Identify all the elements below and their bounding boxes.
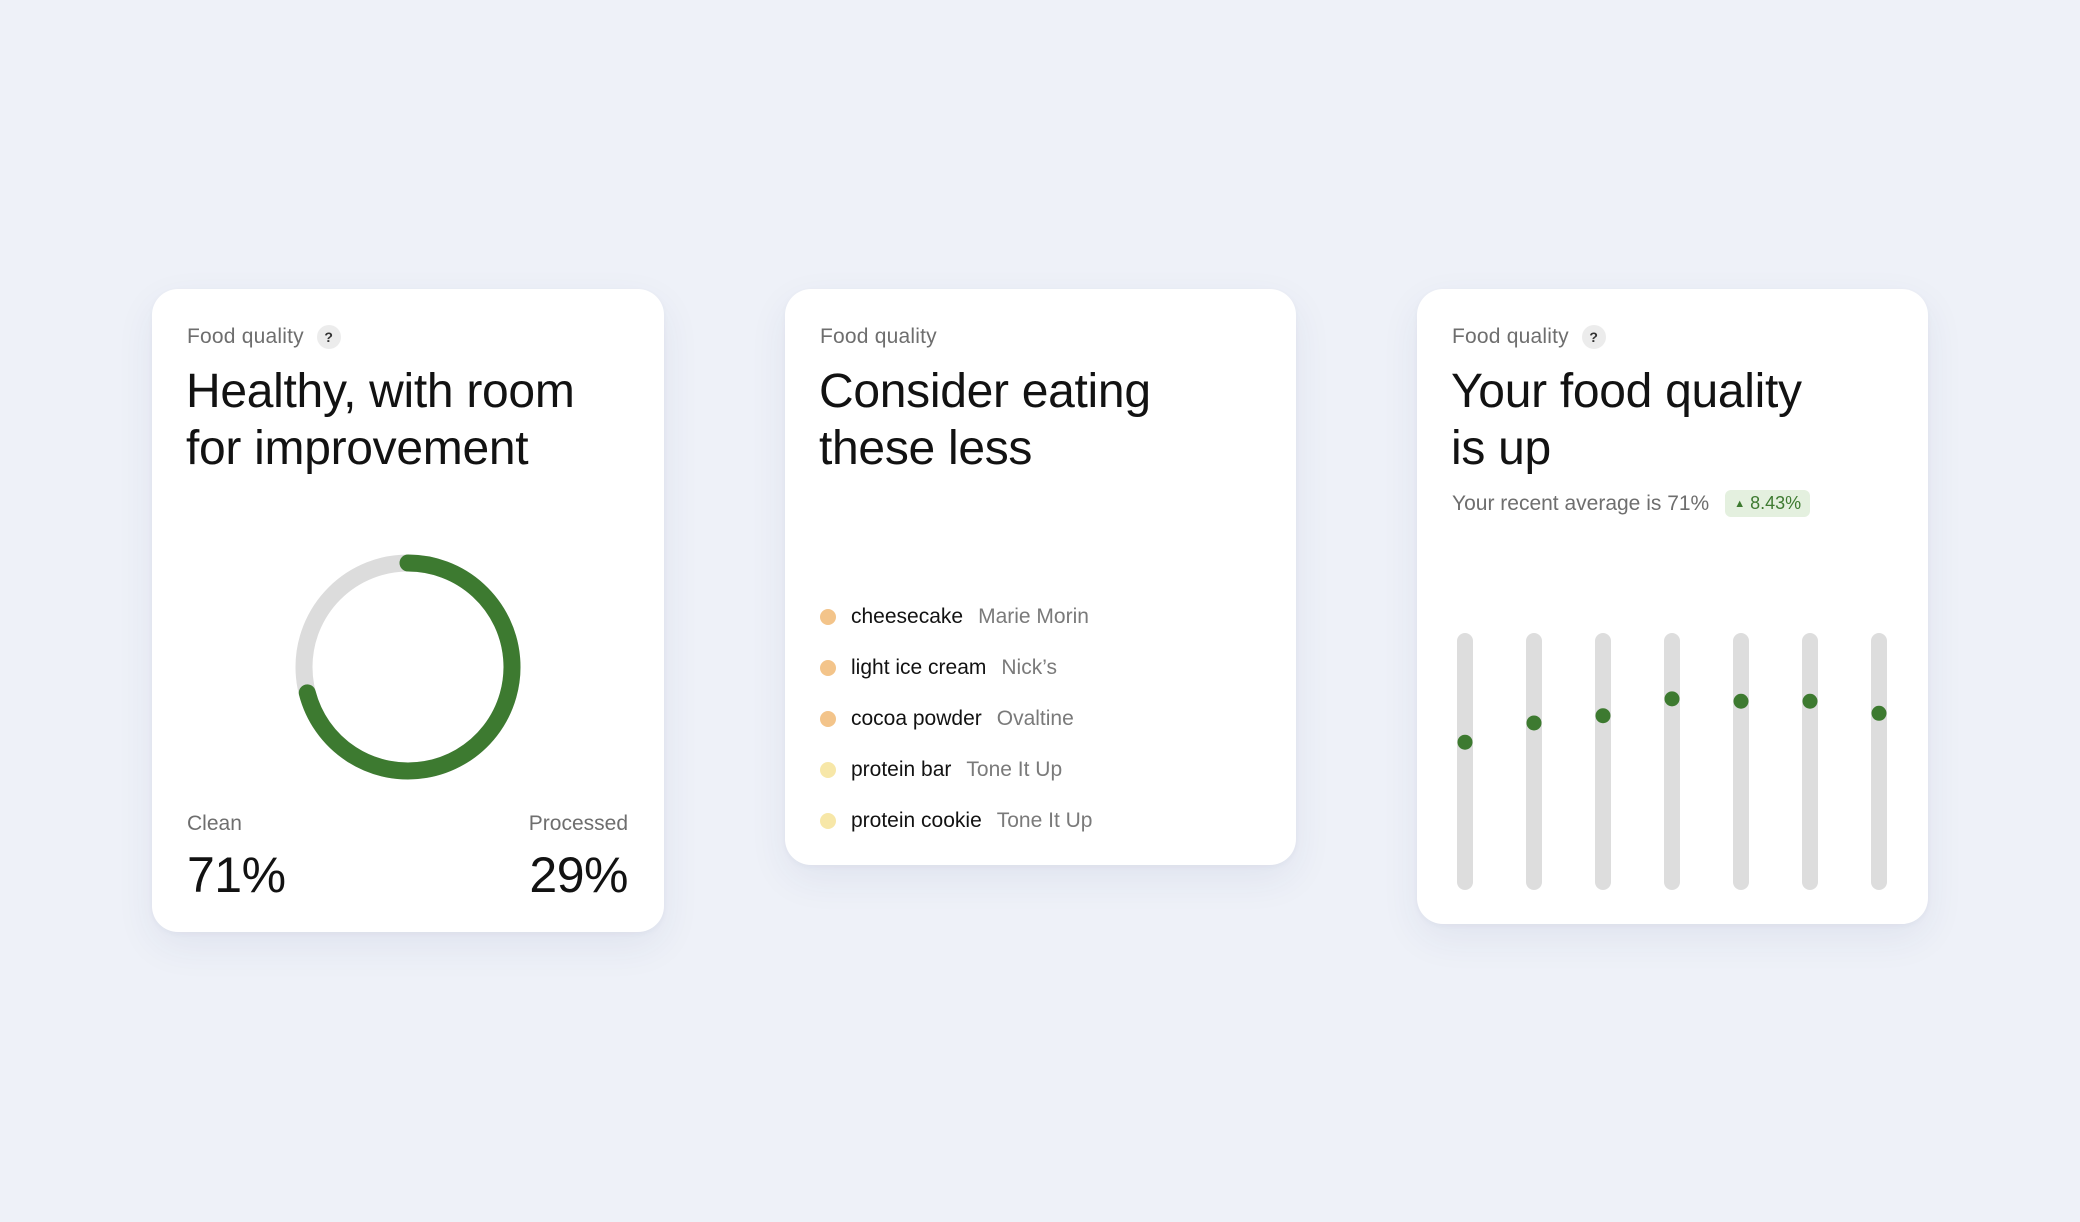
food-name: cheesecake [851, 604, 964, 628]
food-brand: Marie Morin [978, 604, 1089, 628]
trend-point[interactable] [1802, 693, 1818, 709]
food-dot-icon [820, 761, 836, 778]
food-name: cocoa powder [851, 706, 982, 730]
food-brand: Ovaltine [996, 706, 1074, 730]
food-brand: Tone It Up [996, 808, 1093, 832]
card-title-line-1: Healthy, with room [186, 365, 575, 418]
card-eyebrow: Food quality ? [187, 325, 341, 349]
food-quality-ratio-card: Food quality ? Healthy, with room for im… [152, 289, 664, 932]
processed-stat: Processed 29% [528, 812, 629, 904]
list-item[interactable]: protein bar Tone It Up [820, 744, 1092, 795]
eat-less-card: Food quality Consider eating these less … [785, 289, 1296, 865]
card-title-line-2: these less [819, 422, 1033, 475]
clean-stat: Clean 71% [187, 812, 286, 904]
food-dot-icon [820, 812, 836, 829]
card-eyebrow: Food quality [820, 325, 937, 349]
food-dot-icon [820, 710, 836, 727]
food-list: cheesecake Marie Morin light ice cream N… [820, 591, 1092, 846]
clean-label: Clean [187, 812, 242, 835]
food-brand: Nick’s [1001, 655, 1058, 679]
food-dot-icon [820, 608, 836, 625]
trend-point[interactable] [1871, 705, 1887, 721]
processed-value: 29% [529, 847, 628, 903]
list-item[interactable]: cocoa powder Ovaltine [820, 693, 1092, 744]
list-item[interactable]: cheesecake Marie Morin [820, 591, 1092, 642]
trend-point[interactable] [1457, 734, 1473, 750]
trend-point[interactable] [1664, 691, 1680, 707]
food-name: light ice cream [851, 655, 987, 679]
list-item[interactable]: protein cookie Tone It Up [820, 795, 1092, 846]
card-eyebrow-label: Food quality [820, 325, 937, 348]
card-title-line-2: for improvement [186, 422, 529, 475]
trend-point[interactable] [1733, 693, 1749, 709]
food-brand: Tone It Up [966, 757, 1063, 781]
clean-value: 71% [187, 847, 286, 903]
card-title-line-1: Consider eating [819, 365, 1151, 418]
food-name: protein bar [851, 757, 952, 781]
card-eyebrow-label: Food quality [187, 325, 304, 348]
food-name: protein cookie [851, 808, 982, 832]
trend-point[interactable] [1526, 715, 1542, 731]
card-title: Consider eating these less [819, 363, 1259, 477]
food-quality-trend-card: Food quality ? Your food quality is up Y… [1417, 289, 1928, 924]
quality-trend-chart [1457, 633, 1887, 890]
help-icon[interactable]: ? [316, 325, 341, 349]
processed-label: Processed [528, 812, 628, 835]
trend-point[interactable] [1595, 708, 1611, 724]
food-dot-icon [820, 659, 836, 676]
clean-processed-donut-chart [295, 554, 521, 780]
list-item[interactable]: light ice cream Nick’s [820, 642, 1092, 693]
card-title: Healthy, with room for improvement [186, 363, 626, 477]
